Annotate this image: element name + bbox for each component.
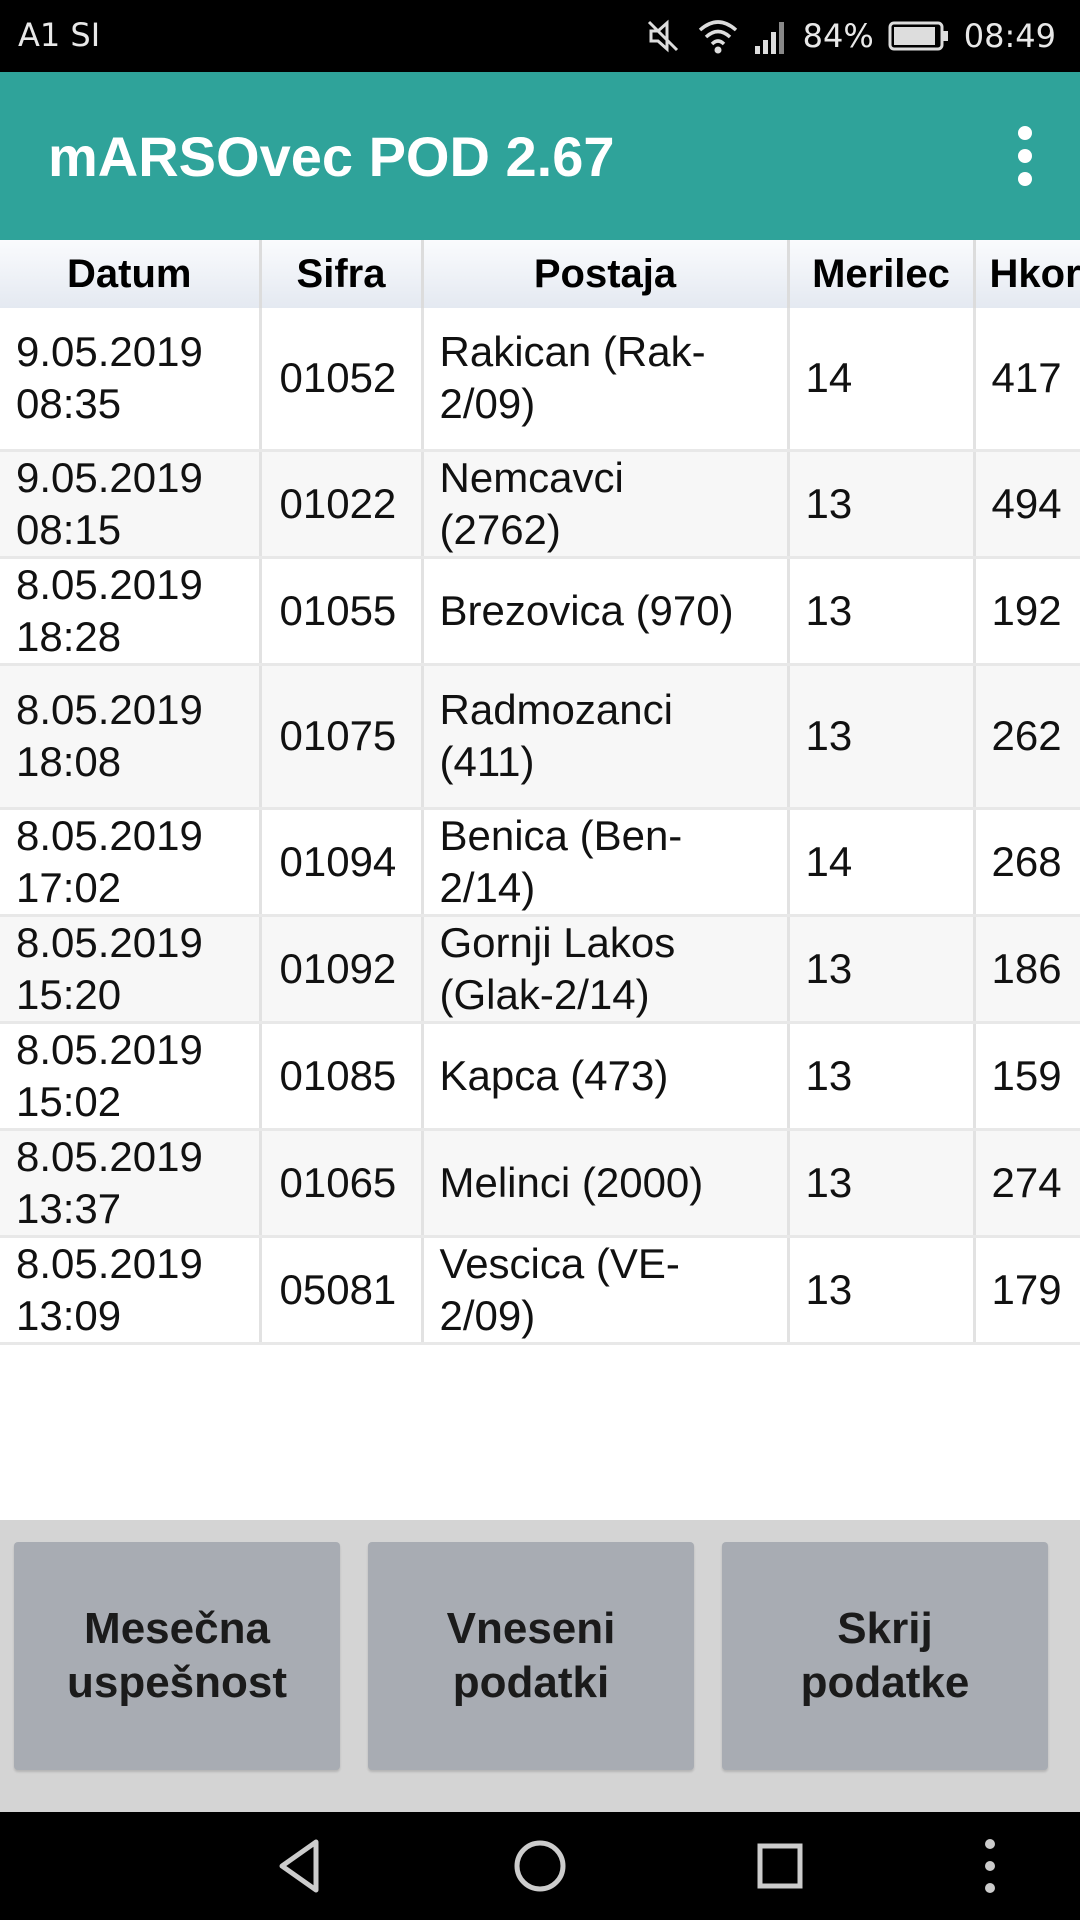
cell-datum: 8.05.2019 15:02	[0, 1022, 262, 1131]
cell-sifra: 01094	[260, 808, 424, 917]
cell-postaja: Kapca (473)	[422, 1022, 790, 1131]
table-row[interactable]: 9.05.2019 08:15 01022 Nemcavci (2762) 13 4…	[0, 450, 1080, 559]
wifi-icon	[697, 16, 739, 56]
table-row[interactable]: 8.05.2019 15:02 01085 Kapca (473) 13 159	[0, 1022, 1080, 1131]
monthly-success-button[interactable]: Mesečna uspešnost	[14, 1542, 340, 1770]
column-header-hkor[interactable]: Hkor	[974, 240, 1080, 308]
cell-hkor: 274	[974, 1129, 1080, 1238]
data-table: Datum Sifra Postaja Merilec Hkor 9.05.20…	[0, 240, 1080, 1345]
cell-hkor: 417	[974, 308, 1080, 452]
table-header-row: Datum Sifra Postaja Merilec Hkor	[0, 240, 1080, 308]
cell-postaja: Melinci (2000)	[422, 1129, 790, 1238]
cell-hkor: 262	[974, 664, 1080, 810]
back-icon[interactable]	[272, 1834, 328, 1902]
cell-hkor: 192	[974, 557, 1080, 666]
column-header-postaja[interactable]: Postaja	[422, 240, 790, 308]
cell-sifra: 01022	[260, 450, 424, 559]
cell-datum: 8.05.2019 13:37	[0, 1129, 262, 1238]
more-vert-icon[interactable]	[974, 1834, 1006, 1902]
cell-merilec: 14	[788, 308, 976, 452]
cell-postaja: Benica (Ben- 2/14)	[422, 808, 790, 917]
table-row[interactable]: 8.05.2019 15:20 01092 Gornji Lakos (Glak-2…	[0, 915, 1080, 1024]
cell-postaja: Radmozanci (411)	[422, 664, 790, 810]
cell-merilec: 14	[788, 808, 976, 917]
column-header-merilec[interactable]: Merilec	[788, 240, 976, 308]
entered-data-button[interactable]: Vneseni podatki	[368, 1542, 694, 1770]
table-row[interactable]: 8.05.2019 17:02 01094 Benica (Ben- 2/14) 1…	[0, 808, 1080, 917]
cell-merilec: 13	[788, 1022, 976, 1131]
cell-merilec: 13	[788, 450, 976, 559]
battery-percent: 84%	[802, 17, 874, 55]
cell-sifra: 01075	[260, 664, 424, 810]
cell-merilec: 13	[788, 1129, 976, 1238]
cell-sifra: 01065	[260, 1129, 424, 1238]
navigation-bar	[0, 1812, 1080, 1920]
app-title: mARSOvec POD 2.67	[48, 125, 615, 188]
cell-sifra: 05081	[260, 1236, 424, 1345]
cell-postaja: Gornji Lakos (Glak-2/14)	[422, 915, 790, 1024]
more-vert-icon[interactable]	[1000, 124, 1050, 188]
cell-datum: 8.05.2019 17:02	[0, 808, 262, 917]
table-row[interactable]: 8.05.2019 18:28 01055 Brezovica (970) 13 …	[0, 557, 1080, 666]
cell-datum: 8.05.2019 13:09	[0, 1236, 262, 1345]
cell-merilec: 13	[788, 664, 976, 810]
cell-sifra: 01085	[260, 1022, 424, 1131]
column-header-datum[interactable]: Datum	[0, 240, 262, 308]
table-row[interactable]: 8.05.2019 18:08 01075 Radmozanci (411) 13 …	[0, 664, 1080, 810]
column-header-sifra[interactable]: Sifra	[260, 240, 424, 308]
cell-hkor: 159	[974, 1022, 1080, 1131]
home-icon[interactable]	[510, 1834, 570, 1902]
cell-merilec: 13	[788, 1236, 976, 1345]
cell-datum: 9.05.2019 08:15	[0, 450, 262, 559]
bottom-button-bar: Mesečna uspešnost Vneseni podatki Skrij pod…	[0, 1520, 1080, 1812]
table-row[interactable]: 9.05.2019 08:35 01052 Rakican (Rak- 2/09) …	[0, 308, 1080, 452]
recents-icon[interactable]	[752, 1834, 808, 1902]
cell-postaja: Brezovica (970)	[422, 557, 790, 666]
table-row[interactable]: 8.05.2019 13:37 01065 Melinci (2000) 13 2…	[0, 1129, 1080, 1238]
data-table-container[interactable]: Datum Sifra Postaja Merilec Hkor 9.05.20…	[0, 240, 1080, 1520]
status-bar: A1 SI 84% 08:49	[0, 0, 1080, 72]
cell-postaja: Vescica (VE- 2/09)	[422, 1236, 790, 1345]
cell-hkor: 186	[974, 915, 1080, 1024]
mute-icon	[643, 16, 683, 56]
app-bar: mARSOvec POD 2.67	[0, 72, 1080, 240]
cell-postaja: Nemcavci (2762)	[422, 450, 790, 559]
cell-hkor: 179	[974, 1236, 1080, 1345]
status-icons: 84% 08:49	[643, 12, 1056, 60]
cell-datum: 8.05.2019 18:28	[0, 557, 262, 666]
cell-datum: 8.05.2019 15:20	[0, 915, 262, 1024]
cell-sifra: 01052	[260, 308, 424, 452]
cell-datum: 8.05.2019 18:08	[0, 664, 262, 810]
cell-merilec: 13	[788, 557, 976, 666]
signal-icon	[753, 16, 789, 56]
cell-hkor: 268	[974, 808, 1080, 917]
battery-icon	[888, 20, 950, 52]
cell-sifra: 01055	[260, 557, 424, 666]
cell-merilec: 13	[788, 915, 976, 1024]
clock: 08:49	[963, 17, 1056, 55]
hide-data-button[interactable]: Skrij podatke	[722, 1542, 1048, 1770]
cell-hkor: 494	[974, 450, 1080, 559]
cell-postaja: Rakican (Rak- 2/09)	[422, 308, 790, 452]
table-row[interactable]: 8.05.2019 13:09 05081 Vescica (VE- 2/09) 1…	[0, 1236, 1080, 1345]
carrier-label: A1 SI	[18, 16, 101, 54]
cell-sifra: 01092	[260, 915, 424, 1024]
cell-datum: 9.05.2019 08:35	[0, 308, 262, 452]
